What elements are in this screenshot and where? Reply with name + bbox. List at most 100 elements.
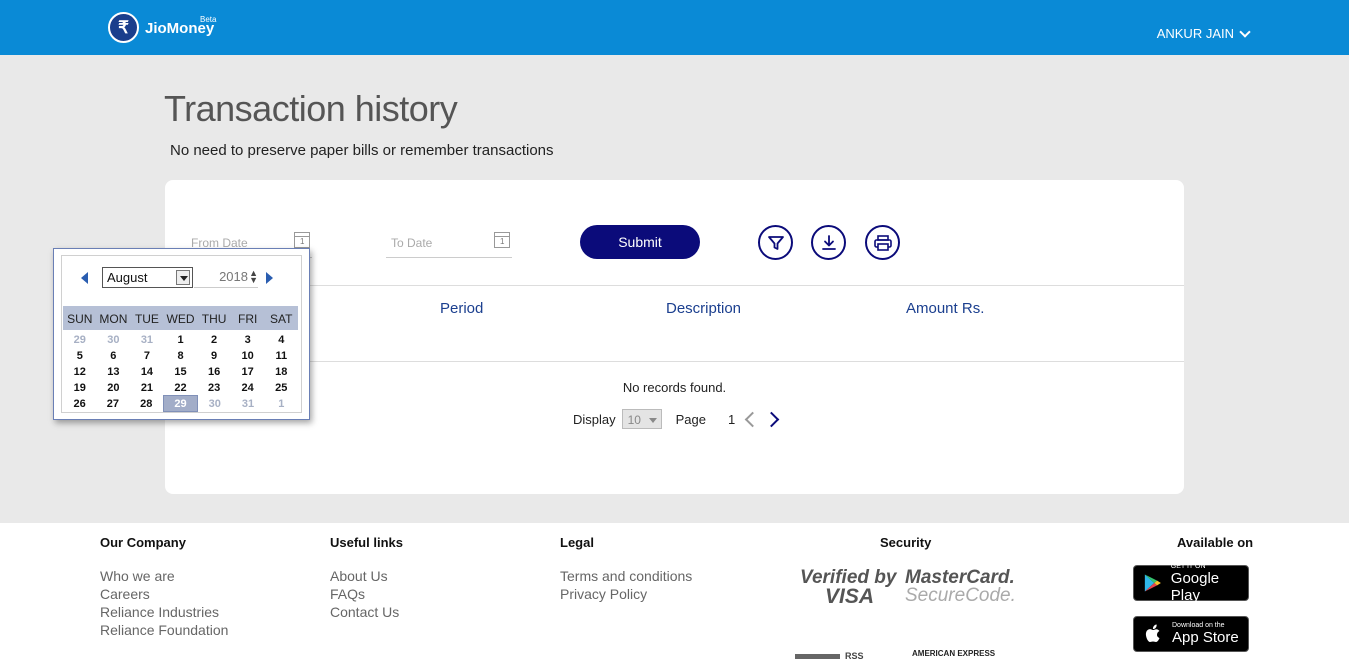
filter-icon[interactable]: [758, 225, 793, 260]
calendar-day[interactable]: 8: [164, 348, 198, 364]
page-subtitle: No need to preserve paper bills or remem…: [170, 142, 554, 159]
footer-link[interactable]: Reliance Industries: [100, 603, 228, 621]
top-bar: ₹ JioMoney Beta ANKUR JAIN: [0, 0, 1349, 55]
calendar-day[interactable]: 18: [264, 364, 298, 380]
pagination: Display 10 Page 1: [573, 409, 780, 429]
calendar-day[interactable]: 27: [96, 396, 129, 412]
google-play-icon: [1144, 574, 1161, 592]
calendar-day[interactable]: 24: [231, 380, 265, 396]
calendar-day[interactable]: 13: [97, 364, 131, 380]
footer-link[interactable]: Terms and conditions: [560, 567, 692, 585]
calendar-day[interactable]: 30: [198, 396, 231, 412]
spinner-icon[interactable]: ▲ ▼: [249, 269, 258, 285]
chevron-left-icon[interactable]: [744, 411, 761, 427]
app-store-badge[interactable]: Download on the App Store: [1133, 616, 1249, 652]
calendar-day[interactable]: 17: [231, 364, 265, 380]
calendar-day[interactable]: 7: [130, 348, 164, 364]
calendar-icon[interactable]: 1: [294, 232, 310, 248]
footer: Our Company Who we are Careers Reliance …: [0, 523, 1349, 659]
calendar-day[interactable]: 12: [63, 364, 97, 380]
calendar-day[interactable]: 6: [97, 348, 131, 364]
calendar-day[interactable]: 5: [63, 348, 97, 364]
footer-links-legal: Terms and conditions Privacy Policy: [560, 567, 692, 603]
calendar-day[interactable]: 10: [231, 348, 265, 364]
prev-month-icon[interactable]: [81, 272, 88, 284]
calendar-day-selected[interactable]: 29: [162, 395, 199, 412]
calendar-day[interactable]: 2: [197, 332, 231, 348]
weekday-label: SAT: [270, 312, 293, 326]
securecode-logo: SecureCode.: [905, 585, 1016, 606]
rupee-icon: ₹: [108, 12, 139, 43]
weekday-label: FRI: [238, 312, 258, 326]
transaction-card: From Date 1 To Date 1 Submit Period Desc…: [165, 180, 1184, 494]
apple-icon: [1145, 624, 1160, 642]
calendar-day[interactable]: 29: [63, 332, 97, 348]
current-page: 1: [728, 411, 736, 427]
calendar-day[interactable]: 1: [164, 332, 198, 348]
calendar-day[interactable]: 3: [231, 332, 265, 348]
calendar-day[interactable]: 26: [63, 396, 96, 412]
footer-links-company: Who we are Careers Reliance Industries R…: [100, 567, 228, 639]
calendar-day[interactable]: 31: [231, 396, 264, 412]
calendar-day[interactable]: 4: [264, 332, 298, 348]
calendar-day[interactable]: 25: [264, 380, 298, 396]
footer-links-useful: About Us FAQs Contact Us: [330, 567, 399, 621]
empty-message: No records found.: [622, 380, 727, 395]
badge-title: Google Play: [1170, 569, 1220, 604]
user-menu[interactable]: ANKUR JAIN: [1157, 25, 1251, 41]
calendar-day[interactable]: 22: [164, 380, 198, 396]
calendar-week: 12 13 14 15 16 17 18: [63, 364, 298, 380]
to-date-field[interactable]: To Date 1: [386, 230, 512, 258]
calendar-day[interactable]: 31: [130, 332, 164, 348]
page-title: Transaction history: [164, 88, 458, 129]
calendar-day[interactable]: 14: [130, 364, 164, 380]
divider: [165, 361, 1184, 362]
weekday-header: SUN MON TUE WED THU FRI SAT: [63, 306, 298, 330]
weekday-label: TUE: [134, 312, 159, 326]
to-date-placeholder: To Date: [391, 236, 433, 250]
footer-link[interactable]: Privacy Policy: [560, 585, 692, 603]
divider: [165, 285, 1184, 286]
footer-link[interactable]: About Us: [330, 567, 399, 585]
display-label: Display: [573, 411, 616, 427]
print-icon[interactable]: [865, 225, 900, 260]
calendar-day[interactable]: 16: [197, 364, 231, 380]
footer-heading-security: Security: [880, 535, 932, 550]
footer-link[interactable]: Careers: [100, 585, 228, 603]
month-select[interactable]: August: [102, 267, 193, 288]
calendar-day[interactable]: 21: [130, 380, 164, 396]
next-month-icon[interactable]: [266, 272, 273, 284]
calendar-day[interactable]: 28: [130, 396, 163, 412]
year-value: 2018: [219, 269, 248, 284]
calendar-day[interactable]: 11: [264, 348, 298, 364]
download-icon[interactable]: [811, 225, 846, 260]
month-value: August: [107, 270, 148, 285]
footer-link[interactable]: Reliance Foundation: [100, 621, 228, 639]
submit-button[interactable]: Submit: [580, 225, 700, 259]
google-play-badge[interactable]: GET IT ON Google Play: [1133, 563, 1249, 604]
footer-heading-available: Available on: [1177, 535, 1254, 550]
weekday-label: MON: [99, 312, 128, 326]
calendar-week: 5 6 7 8 9 10 11: [63, 348, 298, 364]
calendar-day[interactable]: 19: [63, 380, 97, 396]
calendar-day[interactable]: 9: [197, 348, 231, 364]
rupay-logo: RSS: [795, 651, 864, 659]
calendar-day[interactable]: 15: [164, 364, 198, 380]
footer-link[interactable]: Contact Us: [330, 603, 399, 621]
svg-text:RSS: RSS: [845, 651, 864, 659]
page-size-select[interactable]: 10: [621, 409, 662, 429]
chevron-right-icon[interactable]: [763, 411, 780, 427]
year-spinner[interactable]: 2018 ▲ ▼: [194, 268, 258, 288]
american-express-logo: AMERICAN EXPRESS: [912, 649, 996, 658]
jiomoney-logo[interactable]: ₹ JioMoney Beta: [108, 12, 216, 43]
calendar-week: 29 30 31 1 2 3 4: [63, 332, 298, 348]
weekday-label: THU: [201, 312, 227, 326]
footer-link[interactable]: Who we are: [100, 567, 228, 585]
footer-link[interactable]: FAQs: [330, 585, 399, 603]
calendar-day[interactable]: 1: [265, 396, 298, 412]
calendar-day[interactable]: 30: [97, 332, 131, 348]
calendar-icon[interactable]: 1: [494, 232, 510, 248]
calendar-days: 29 30 31 1 2 3 4 5 6 7 8 9 10 11 12 13 1…: [63, 332, 298, 412]
calendar-day[interactable]: 20: [97, 380, 131, 396]
calendar-day[interactable]: 23: [197, 380, 231, 396]
